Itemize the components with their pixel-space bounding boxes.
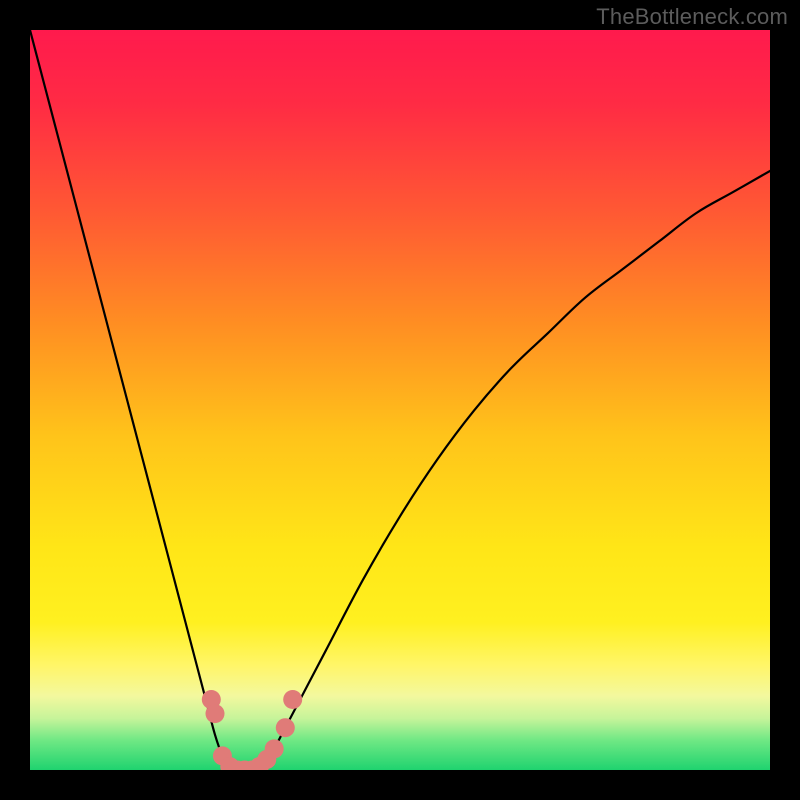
bottleneck-chart [30, 30, 770, 770]
gradient-background [30, 30, 770, 770]
plot-area [30, 30, 770, 770]
watermark-text: TheBottleneck.com [596, 4, 788, 30]
chart-frame: TheBottleneck.com [0, 0, 800, 800]
data-marker [265, 739, 284, 758]
data-marker [206, 704, 225, 723]
data-marker [283, 690, 302, 709]
data-marker [276, 718, 295, 737]
